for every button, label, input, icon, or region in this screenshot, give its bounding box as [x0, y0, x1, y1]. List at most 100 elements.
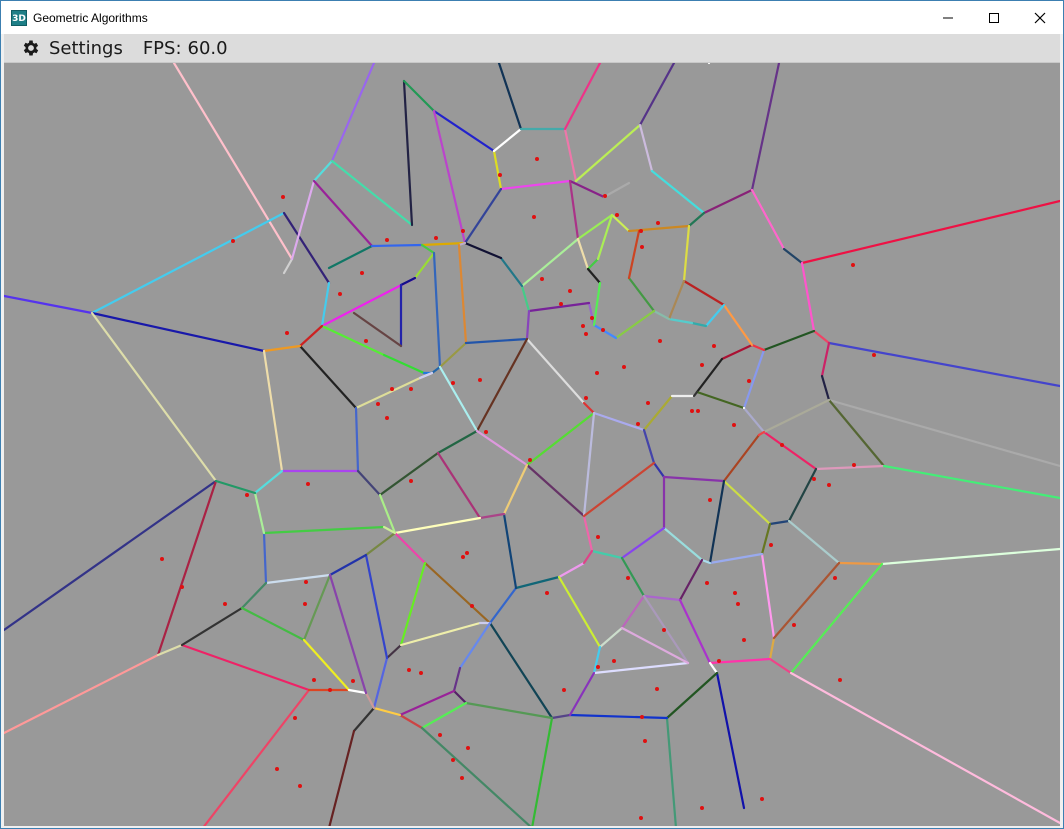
- render-viewport[interactable]: [4, 63, 1060, 826]
- voronoi-edge: [172, 63, 294, 261]
- voronoi-site: [833, 576, 837, 580]
- voronoi-diagram: [4, 63, 1060, 826]
- voronoi-edge: [576, 237, 590, 271]
- voronoi-edge: [602, 181, 631, 199]
- voronoi-edge: [393, 516, 482, 535]
- voronoi-edge: [642, 594, 690, 665]
- settings-button[interactable]: Settings: [21, 38, 123, 59]
- voronoi-site: [655, 687, 659, 691]
- voronoi-edge: [722, 479, 772, 526]
- voronoi-site: [584, 396, 588, 400]
- voronoi-edge: [563, 127, 578, 183]
- voronoi-edge: [452, 666, 462, 693]
- voronoi-site: [792, 623, 796, 627]
- voronoi-site: [615, 213, 619, 217]
- voronoi-edge: [557, 575, 602, 649]
- app-icon: 3D: [11, 9, 27, 26]
- voronoi-site: [603, 194, 607, 198]
- voronoi-edge: [702, 188, 754, 215]
- app-window: 3D Geometric Algorithms Settings FPS: 60…: [0, 0, 1064, 829]
- voronoi-edge: [722, 303, 754, 347]
- voronoi-site: [535, 157, 539, 161]
- voronoi-edge: [665, 671, 719, 720]
- window-title: Geometric Algorithms: [33, 10, 148, 25]
- voronoi-edge: [364, 691, 376, 710]
- voronoi-edge: [638, 123, 654, 173]
- voronoi-edge: [264, 573, 332, 585]
- voronoi-site: [590, 316, 594, 320]
- voronoi-edge: [398, 689, 456, 717]
- voronoi-edge: [582, 549, 594, 565]
- voronoi-edge: [742, 406, 766, 434]
- voronoi-edge: [262, 349, 284, 473]
- voronoi-edge: [652, 309, 671, 321]
- voronoi-edge: [750, 63, 781, 192]
- voronoi-edge: [352, 311, 403, 348]
- voronoi-site: [303, 602, 307, 606]
- voronoi-site: [434, 236, 438, 240]
- voronoi-site: [285, 331, 289, 335]
- voronoi-edge: [708, 661, 719, 675]
- voronoi-site: [275, 767, 279, 771]
- voronoi-site: [532, 215, 536, 219]
- voronoi-edge: [457, 243, 468, 345]
- voronoi-edge: [320, 324, 386, 357]
- voronoi-site: [838, 678, 842, 682]
- voronoi-edge: [708, 552, 764, 565]
- voronoi-edge: [627, 229, 641, 280]
- voronoi-edge: [882, 464, 1060, 500]
- voronoi-edge: [586, 257, 600, 271]
- voronoi-edge: [398, 713, 424, 730]
- title-bar[interactable]: 3D Geometric Algorithms: [1, 1, 1063, 34]
- minimize-button[interactable]: [925, 1, 971, 34]
- voronoi-edge: [568, 179, 606, 199]
- voronoi-site: [646, 401, 650, 405]
- fps-readout: FPS: 60.0: [143, 38, 228, 59]
- voronoi-edge: [610, 213, 631, 233]
- voronoi-edge: [90, 311, 218, 483]
- voronoi-edge: [787, 467, 818, 523]
- voronoi-site: [306, 482, 310, 486]
- voronoi-edge: [180, 643, 311, 692]
- voronoi-site: [595, 371, 599, 375]
- voronoi-edge: [475, 337, 529, 433]
- voronoi-edge: [762, 329, 816, 352]
- close-button[interactable]: [1017, 1, 1063, 34]
- voronoi-site: [717, 659, 721, 663]
- voronoi-site: [596, 665, 600, 669]
- voronoi-site: [733, 591, 737, 595]
- voronoi-edge: [214, 479, 257, 495]
- voronoi-site: [298, 784, 302, 788]
- voronoi-site: [385, 238, 389, 242]
- window-controls: [925, 1, 1063, 34]
- voronoi-edge: [782, 247, 804, 265]
- voronoi-site: [540, 277, 544, 281]
- voronoi-edge: [638, 63, 676, 127]
- voronoi-edge: [568, 179, 580, 241]
- voronoi-edge: [582, 411, 596, 518]
- voronoi-edge: [399, 561, 427, 647]
- voronoi-edge: [590, 549, 624, 560]
- voronoi-edge: [356, 469, 382, 497]
- voronoi-edge: [364, 531, 397, 557]
- voronoi-edge: [312, 159, 334, 183]
- voronoi-edge: [463, 187, 503, 245]
- voronoi-site: [780, 443, 784, 447]
- voronoi-edge: [372, 706, 402, 717]
- voronoi-edge: [497, 63, 523, 131]
- voronoi-edge: [488, 621, 554, 720]
- voronoi-site: [690, 409, 694, 413]
- voronoi-edge: [592, 281, 602, 327]
- voronoi-site: [622, 365, 626, 369]
- voronoi-edge: [768, 636, 776, 661]
- voronoi-edge: [768, 519, 791, 526]
- voronoi-edge: [620, 526, 666, 560]
- voronoi-edge: [525, 337, 586, 405]
- voronoi-edge: [596, 213, 614, 261]
- voronoi-edge: [576, 213, 614, 241]
- voronoi-edge: [262, 344, 302, 353]
- voronoi-edge: [820, 341, 831, 378]
- voronoi-site: [293, 716, 297, 720]
- maximize-button[interactable]: [971, 1, 1017, 34]
- close-icon: [1034, 12, 1046, 23]
